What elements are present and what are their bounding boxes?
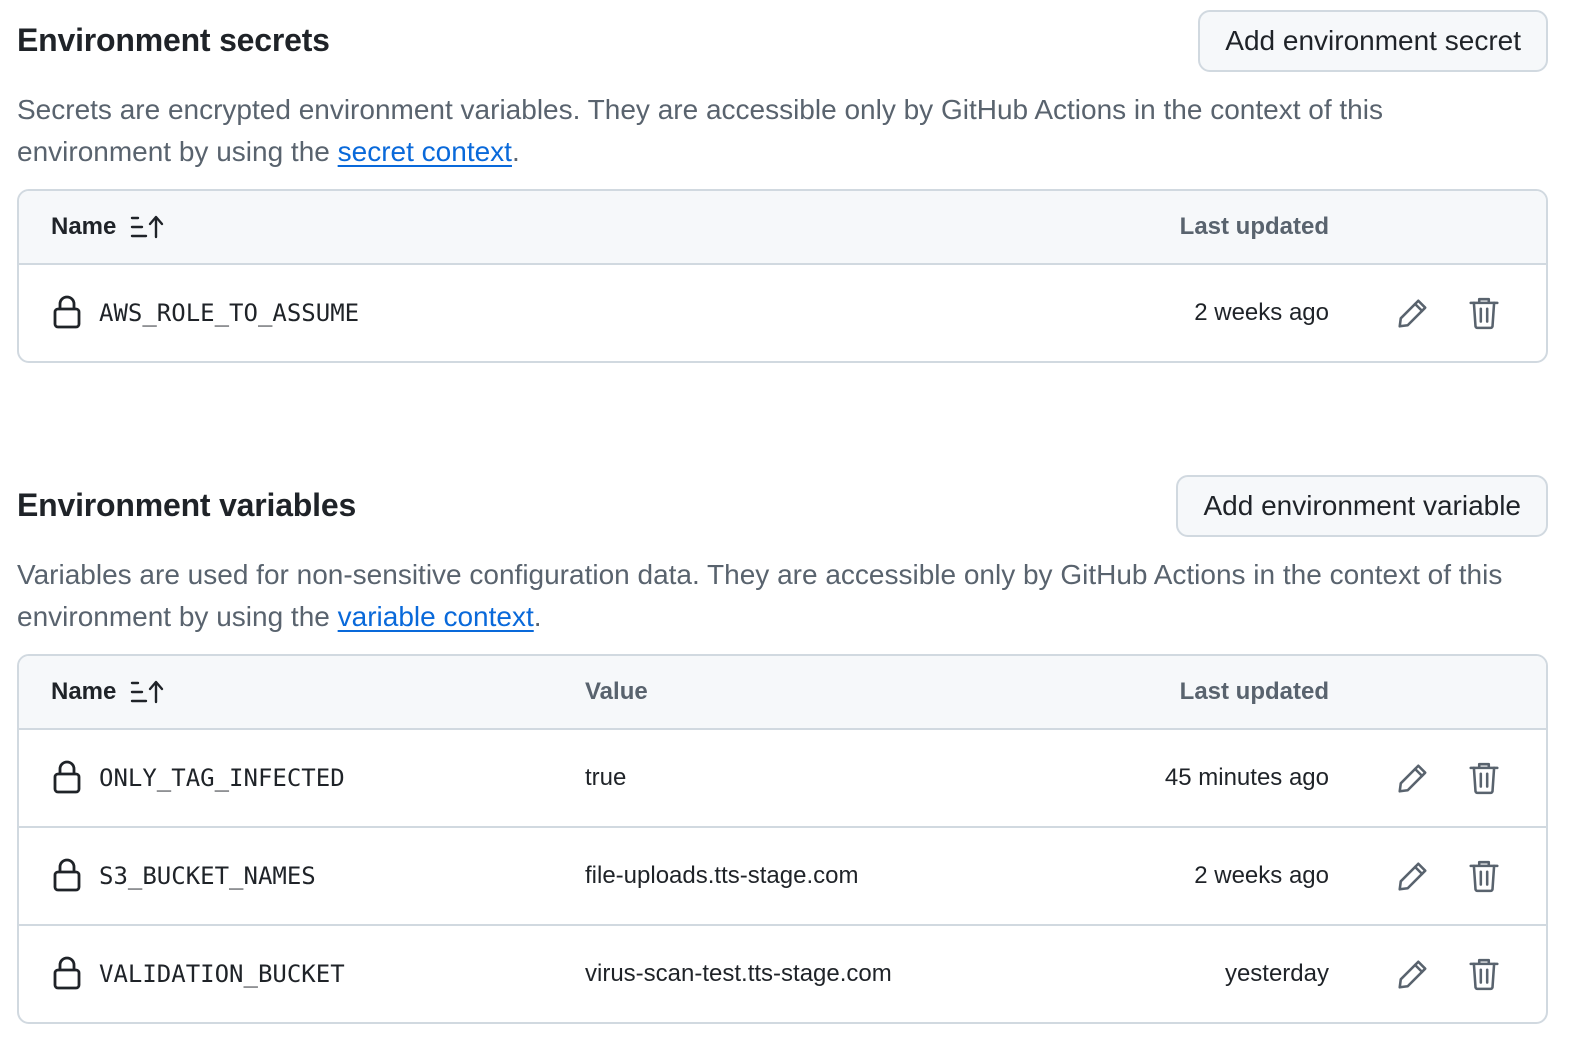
secrets-description-suffix: .: [511, 136, 520, 167]
trash-icon[interactable]: [1462, 952, 1506, 996]
table-row: ONLY_TAG_INFECTED true 45 minutes ago: [19, 730, 1546, 828]
variables-header: Environment variables Add environment va…: [17, 475, 1548, 539]
variables-description-text: Variables are used for non-sensitive con…: [17, 559, 1503, 632]
last-updated-column-header: Last updated: [1179, 213, 1329, 240]
variables-description-suffix: .: [533, 601, 542, 632]
secrets-table-header: Name Last updated: [19, 191, 1546, 265]
secret-context-link[interactable]: secret context: [338, 136, 512, 167]
pencil-icon[interactable]: [1391, 952, 1435, 996]
name-column-header[interactable]: Name: [51, 656, 164, 728]
trash-icon[interactable]: [1462, 854, 1506, 898]
variables-title: Environment variables: [17, 487, 357, 523]
pencil-icon[interactable]: [1391, 291, 1435, 335]
environment-variables-section: Environment variables Add environment va…: [17, 475, 1548, 1024]
lock-icon: [53, 956, 81, 990]
variables-table: Name Value Last updated ONLY_TAG_INFECTE…: [17, 654, 1548, 1024]
variable-name: VALIDATION_BUCKET: [99, 960, 345, 988]
last-updated: 2 weeks ago: [1194, 299, 1329, 326]
trash-icon[interactable]: [1462, 291, 1506, 335]
variable-value: virus-scan-test.tts-stage.com: [585, 960, 892, 987]
secrets-description-text: Secrets are encrypted environment variab…: [17, 94, 1383, 167]
name-column-header[interactable]: Name: [51, 191, 164, 263]
secret-name: AWS_ROLE_TO_ASSUME: [99, 299, 360, 327]
lock-icon: [53, 760, 81, 794]
value-column-header: Value: [585, 678, 648, 705]
variable-value: true: [585, 764, 627, 791]
add-environment-secret-button[interactable]: Add environment secret: [1198, 10, 1548, 72]
variable-context-link[interactable]: variable context: [338, 601, 534, 632]
last-updated: 45 minutes ago: [1164, 764, 1329, 791]
secrets-header: Environment secrets Add environment secr…: [17, 10, 1548, 74]
secrets-description: Secrets are encrypted environment variab…: [17, 89, 1537, 173]
table-row: VALIDATION_BUCKET virus-scan-test.tts-st…: [19, 926, 1546, 1022]
table-row: S3_BUCKET_NAMES file-uploads.tts-stage.c…: [19, 828, 1546, 926]
sort-ascending-icon[interactable]: [130, 215, 164, 239]
pencil-icon[interactable]: [1391, 756, 1435, 800]
variable-name: ONLY_TAG_INFECTED: [99, 764, 345, 792]
add-environment-variable-button[interactable]: Add environment variable: [1176, 475, 1548, 537]
variables-table-header: Name Value Last updated: [19, 656, 1546, 730]
pencil-icon[interactable]: [1391, 854, 1435, 898]
name-column-label: Name: [51, 678, 117, 705]
variable-name: S3_BUCKET_NAMES: [99, 862, 316, 890]
last-updated-column-header: Last updated: [1179, 678, 1329, 705]
last-updated: yesterday: [1224, 960, 1329, 987]
trash-icon[interactable]: [1462, 756, 1506, 800]
sort-ascending-icon[interactable]: [130, 680, 164, 704]
name-column-label: Name: [51, 213, 117, 240]
lock-icon: [53, 858, 81, 892]
last-updated: 2 weeks ago: [1194, 862, 1329, 889]
secrets-table: Name Last updated AWS_ROLE_TO_ASSUME 2 w…: [17, 189, 1548, 363]
variable-value: file-uploads.tts-stage.com: [585, 862, 859, 889]
table-row: AWS_ROLE_TO_ASSUME 2 weeks ago: [19, 265, 1546, 361]
variables-description: Variables are used for non-sensitive con…: [17, 554, 1537, 638]
environment-secrets-section: Environment secrets Add environment secr…: [17, 10, 1548, 363]
lock-icon: [53, 295, 81, 329]
secrets-title: Environment secrets: [17, 22, 330, 58]
